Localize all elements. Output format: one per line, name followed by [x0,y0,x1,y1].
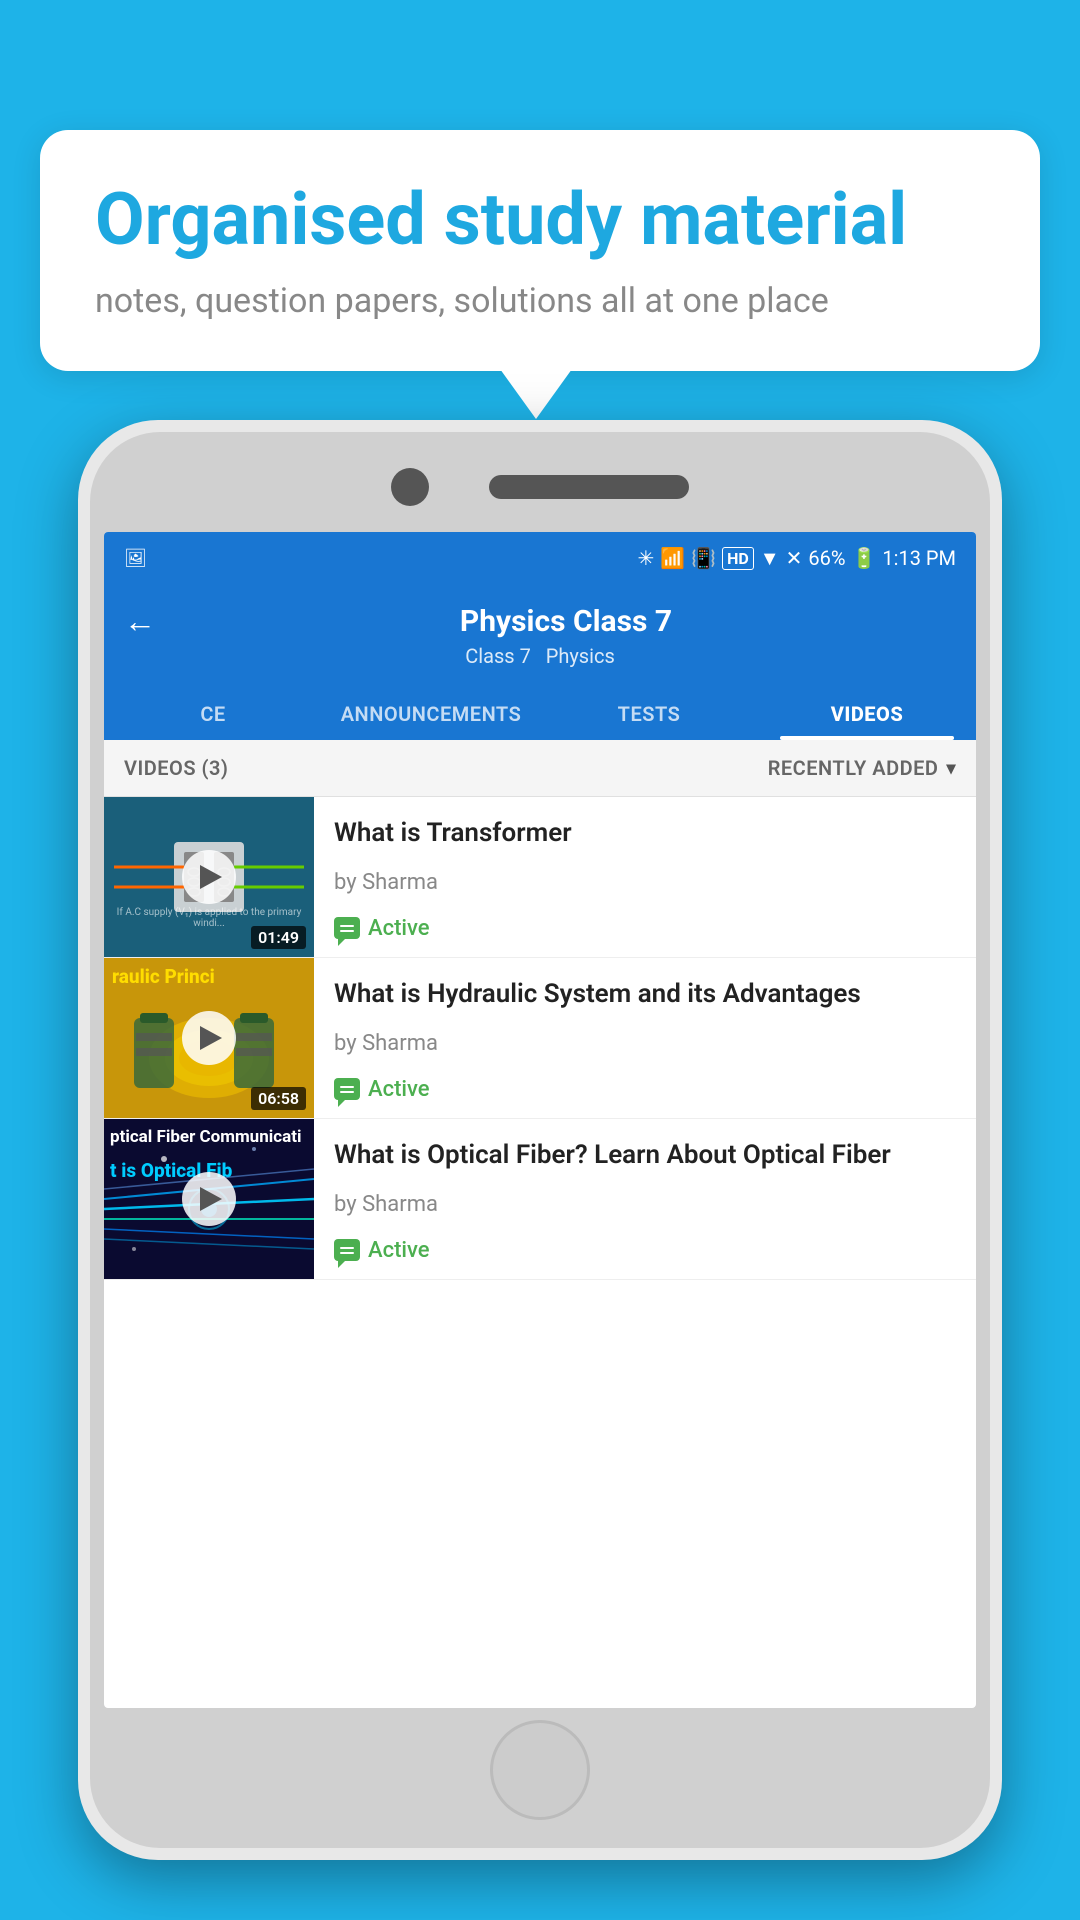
status-bar: 🖼 ✳ 📶 📳 HD ▼ ✕ 66% 🔋 1:13 PM [104,532,976,584]
hydraulic-label-text: raulic Princi [112,966,215,989]
app-bar-top: ← Physics Class 7 [124,602,956,640]
battery-icon: 🔋 [851,546,876,570]
subtitle-class: Class 7 [465,644,531,668]
app-title: Physics Class 7 [176,604,956,639]
time-display: 1:13 PM [882,546,956,570]
video-status: Active [334,916,956,941]
wifi-icon: ▼ [760,546,780,571]
video-author: by Sharma [334,1031,956,1056]
optical-label-top: ptical Fiber Communicati [104,1119,314,1155]
video-item[interactable]: raulic Princi 06:58 What is Hydraulic Sy… [104,958,976,1119]
status-right: ✳ 📶 📳 HD ▼ ✕ 66% 🔋 1:13 PM [638,546,957,571]
play-button[interactable] [182,1011,236,1065]
active-chat-icon [334,1239,360,1261]
video-list: If A.C supply (V₁) is applied to the pri… [104,797,976,1280]
back-button[interactable]: ← [124,602,156,640]
bubble-subtitle: notes, question papers, solutions all at… [95,281,985,321]
videos-header: VIDEOS (3) RECENTLY ADDED ▾ [104,740,976,797]
play-triangle-icon [200,1026,222,1050]
vibrate-icon: 📳 [691,546,716,570]
subtitle-subject: Physics [546,644,615,668]
phone-screen: 🖼 ✳ 📶 📳 HD ▼ ✕ 66% 🔋 1:13 PM ← [104,532,976,1708]
tab-announcements[interactable]: ANNOUNCEMENTS [322,684,540,740]
speaker-bar [489,475,689,499]
battery-percent: 66% [808,546,845,570]
tab-tests[interactable]: TESTS [540,684,758,740]
phone-camera-area [90,468,990,506]
tab-bar: CE ANNOUNCEMENTS TESTS VIDEOS [104,684,976,740]
dropdown-arrow-icon: ▾ [946,758,956,779]
play-triangle-icon [200,865,222,889]
video-info: What is Hydraulic System and its Advanta… [314,958,976,1118]
video-item[interactable]: ptical Fiber Communicati t is Optical Fi… [104,1119,976,1280]
play-button[interactable] [182,850,236,904]
bluetooth-icon: ✳ [638,546,655,570]
sort-button[interactable]: RECENTLY ADDED ▾ [768,756,956,780]
camera-dot [391,468,429,506]
video-duration: 06:58 [251,1087,306,1110]
signal-icon: 📶 [660,546,685,570]
speech-bubble: Organised study material notes, question… [40,130,1040,371]
status-text: Active [368,1077,430,1102]
tab-ce[interactable]: CE [104,684,322,740]
video-info: What is Transformer by Sharma Active [314,797,976,957]
video-author: by Sharma [334,870,956,895]
video-thumbnail: ptical Fiber Communicati t is Optical Fi… [104,1119,314,1279]
home-button[interactable] [490,1720,590,1820]
video-author: by Sharma [334,1192,956,1217]
video-title: What is Hydraulic System and its Advanta… [334,978,956,1012]
video-item[interactable]: If A.C supply (V₁) is applied to the pri… [104,797,976,958]
phone-frame: 🖼 ✳ 📶 📳 HD ▼ ✕ 66% 🔋 1:13 PM ← [78,420,1002,1860]
video-status: Active [334,1238,956,1263]
active-chat-icon [334,1078,360,1100]
status-text: Active [368,1238,430,1263]
video-info: What is Optical Fiber? Learn About Optic… [314,1119,976,1279]
app-subtitle: Class 7 Physics [124,644,956,668]
videos-count: VIDEOS (3) [124,756,228,780]
phone-inner: 🖼 ✳ 📶 📳 HD ▼ ✕ 66% 🔋 1:13 PM ← [90,432,990,1848]
play-button[interactable] [182,1172,236,1226]
photo-icon: 🖼 [124,548,147,569]
bubble-title: Organised study material [95,180,985,259]
video-title: What is Transformer [334,817,956,851]
video-thumbnail: raulic Princi 06:58 [104,958,314,1118]
mobile-data-icon: ✕ [786,546,803,570]
video-thumbnail: If A.C supply (V₁) is applied to the pri… [104,797,314,957]
status-left: 🖼 [124,548,147,569]
hd-badge: HD [722,547,754,570]
status-text: Active [368,916,430,941]
tab-videos[interactable]: VIDEOS [758,684,976,740]
app-bar: ← Physics Class 7 Class 7 Physics [104,584,976,684]
sort-label: RECENTLY ADDED [768,756,939,780]
active-chat-icon [334,917,360,939]
video-duration: 01:49 [251,926,306,949]
video-status: Active [334,1077,956,1102]
play-triangle-icon [200,1187,222,1211]
video-title: What is Optical Fiber? Learn About Optic… [334,1139,956,1173]
